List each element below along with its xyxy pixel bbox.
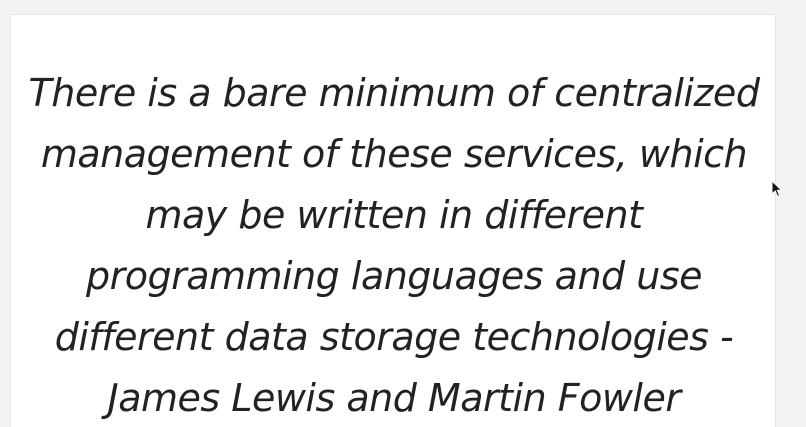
mouse-pointer-icon <box>771 180 783 198</box>
quote-line: different data storage technologies - <box>54 315 734 359</box>
page: There is a bare minimum of centralized m… <box>0 0 806 427</box>
quote-line: programming languages and use <box>85 254 703 298</box>
quote-line: There is a bare minimum of centralized <box>28 71 760 115</box>
quote-line: may be written in different <box>145 193 643 237</box>
quote-text: There is a bare minimum of centralized m… <box>11 63 777 427</box>
quote-line: management of these services, which <box>40 132 748 176</box>
quote-card: There is a bare minimum of centralized m… <box>10 14 776 427</box>
quote-line: James Lewis and Martin Fowler <box>107 376 681 420</box>
